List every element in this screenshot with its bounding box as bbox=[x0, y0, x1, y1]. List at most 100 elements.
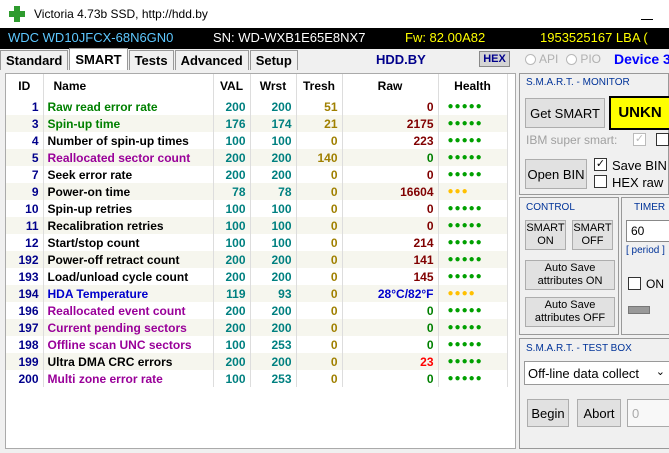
header-id[interactable]: ID bbox=[6, 74, 44, 98]
attribute-worst: 200 bbox=[250, 98, 297, 115]
attribute-threshold: 0 bbox=[296, 302, 343, 319]
table-row[interactable]: 194 HDA Temperature 119 93 0 28°C/82°F ●●●● bbox=[6, 285, 508, 302]
table-row[interactable]: 7 Seek error rate 200 200 0 0 ●●●●● bbox=[6, 166, 508, 183]
autosave-off-button[interactable]: Auto Save attributes OFF bbox=[525, 297, 615, 327]
attribute-threshold: 0 bbox=[296, 353, 343, 370]
attribute-threshold: 0 bbox=[296, 132, 343, 149]
attribute-raw: 145 bbox=[342, 268, 439, 285]
tab-smart[interactable]: SMART bbox=[69, 48, 128, 70]
attribute-health: ●●●●● bbox=[438, 251, 508, 268]
drive-lba: 1953525167 LBA ( bbox=[540, 30, 648, 45]
open-bin-button[interactable]: Open BIN bbox=[525, 159, 587, 189]
attribute-id: 194 bbox=[6, 285, 44, 302]
attribute-threshold: 0 bbox=[296, 183, 343, 200]
attribute-name: Spin-up retries bbox=[43, 200, 214, 217]
attribute-value: 200 bbox=[213, 319, 251, 336]
attribute-value: 119 bbox=[213, 285, 251, 302]
header-health[interactable]: Health bbox=[438, 74, 508, 98]
header-raw[interactable]: Raw bbox=[342, 74, 439, 98]
tab-setup[interactable]: Setup bbox=[249, 50, 298, 70]
api-radio[interactable] bbox=[525, 53, 536, 65]
save-bin-label: Save BIN bbox=[612, 158, 667, 173]
attribute-worst: 253 bbox=[250, 370, 297, 387]
attribute-name: Current pending sectors bbox=[43, 319, 214, 336]
timer-on-checkbox[interactable] bbox=[628, 277, 641, 290]
table-row[interactable]: 193 Load/unload cycle count 200 200 0 145 ●●●●… bbox=[6, 268, 508, 285]
attribute-id: 12 bbox=[6, 234, 44, 251]
attribute-name: Offline scan UNC sectors bbox=[43, 336, 214, 353]
tab-standard[interactable]: Standard bbox=[0, 50, 69, 70]
chevron-down-icon: ⌄ bbox=[655, 366, 665, 378]
attribute-worst: 200 bbox=[250, 319, 297, 336]
attribute-worst: 200 bbox=[250, 302, 297, 319]
attribute-raw: 214 bbox=[342, 234, 439, 251]
pio-radio[interactable] bbox=[566, 53, 578, 65]
header-val[interactable]: VAL bbox=[213, 74, 251, 98]
hex-raw-checkbox[interactable] bbox=[594, 175, 607, 188]
attribute-raw: 16604 bbox=[342, 183, 439, 200]
table-row[interactable]: 192 Power-off retract count 200 200 0 141 ●●●●… bbox=[6, 251, 508, 268]
smart-monitor-panel: S.M.A.R.T. - MONITOR Get SMART UNKN IBM … bbox=[519, 73, 669, 195]
table-row[interactable]: 12 Start/stop count 100 100 0 214 ●●●●● bbox=[6, 234, 508, 251]
table-row[interactable]: 199 Ultra DMA CRC errors 200 200 0 23 ●●●●● bbox=[6, 353, 508, 370]
attribute-id: 1 bbox=[6, 98, 44, 115]
abort-test-button[interactable]: Abort bbox=[577, 399, 621, 427]
table-row[interactable]: 196 Reallocated event count 200 200 0 0 ●●●●● bbox=[6, 302, 508, 319]
smart-off-button[interactable]: SMART OFF bbox=[572, 220, 613, 250]
attribute-health: ●●●●● bbox=[438, 302, 508, 319]
tab-bar: Standard SMART Tests Advanced Setup bbox=[0, 48, 299, 70]
timer-period-label: [ period ] bbox=[626, 245, 665, 256]
attribute-worst: 100 bbox=[250, 200, 297, 217]
header-name[interactable]: Name bbox=[43, 74, 214, 98]
timer-indicator bbox=[628, 306, 650, 314]
header-wrst[interactable]: Wrst bbox=[250, 74, 297, 98]
ibm-super-smart-checkbox[interactable]: ✓ bbox=[633, 133, 646, 146]
table-row[interactable]: 5 Reallocated sector count 200 200 140 0 ●●●●● bbox=[6, 149, 508, 166]
attribute-health: ●●●●● bbox=[438, 166, 508, 183]
attribute-raw: 0 bbox=[342, 217, 439, 234]
hex-button[interactable]: HEX bbox=[479, 51, 510, 67]
table-row[interactable]: 197 Current pending sectors 200 200 0 0 ●●●●● bbox=[6, 319, 508, 336]
autosave-on-button[interactable]: Auto Save attributes ON bbox=[525, 260, 615, 290]
timer-period-input[interactable]: 60 bbox=[626, 220, 669, 242]
ibm-extra-checkbox[interactable] bbox=[656, 133, 669, 146]
attribute-health: ●●●●● bbox=[438, 149, 508, 166]
attribute-threshold: 0 bbox=[296, 336, 343, 353]
attribute-id: 199 bbox=[6, 353, 44, 370]
table-row[interactable]: 1 Raw read error rate 200 200 51 0 ●●●●● bbox=[6, 98, 508, 115]
hdd-by-link[interactable]: HDD.BY bbox=[376, 52, 426, 67]
attribute-id: 197 bbox=[6, 319, 44, 336]
attribute-value: 100 bbox=[213, 234, 251, 251]
attribute-name: Power-off retract count bbox=[43, 251, 214, 268]
attribute-threshold: 0 bbox=[296, 319, 343, 336]
save-bin-checkbox[interactable]: ✓ bbox=[594, 158, 607, 171]
table-row[interactable]: 198 Offline scan UNC sectors 100 253 0 0 ●●●●● bbox=[6, 336, 508, 353]
table-row[interactable]: 200 Multi zone error rate 100 253 0 0 ●●●●● bbox=[6, 370, 508, 387]
test-mode-select[interactable]: Off-line data collect ⌄ bbox=[524, 361, 669, 385]
tab-tests[interactable]: Tests bbox=[128, 50, 174, 70]
drive-info-bar: WDC WD10JFCX-68N6GN0 SN: WD-WXB1E65E8NX7… bbox=[0, 28, 669, 49]
attribute-id: 196 bbox=[6, 302, 44, 319]
attribute-id: 10 bbox=[6, 200, 44, 217]
header-tresh[interactable]: Tresh bbox=[296, 74, 343, 98]
get-smart-button[interactable]: Get SMART bbox=[525, 98, 605, 128]
attribute-name: Ultra DMA CRC errors bbox=[43, 353, 214, 370]
attribute-threshold: 0 bbox=[296, 166, 343, 183]
table-row[interactable]: 4 Number of spin-up times 100 100 0 223 ●●●●● bbox=[6, 132, 508, 149]
attribute-threshold: 140 bbox=[296, 149, 343, 166]
test-progress-field[interactable]: 0 bbox=[627, 399, 669, 427]
tab-advanced[interactable]: Advanced bbox=[174, 50, 249, 70]
table-row[interactable]: 3 Spin-up time 176 174 21 2175 ●●●●● bbox=[6, 115, 508, 132]
minimize-button[interactable] bbox=[641, 6, 653, 20]
smart-attribute-table[interactable]: ID Name VAL Wrst Tresh Raw Health 1 Raw r… bbox=[5, 73, 516, 449]
smart-on-button[interactable]: SMART ON bbox=[525, 220, 566, 250]
attribute-threshold: 51 bbox=[296, 98, 343, 115]
table-row[interactable]: 10 Spin-up retries 100 100 0 0 ●●●●● bbox=[6, 200, 508, 217]
attribute-value: 200 bbox=[213, 251, 251, 268]
attribute-id: 4 bbox=[6, 132, 44, 149]
table-row[interactable]: 11 Recalibration retries 100 100 0 0 ●●●●● bbox=[6, 217, 508, 234]
begin-test-button[interactable]: Begin bbox=[527, 399, 569, 427]
attribute-worst: 174 bbox=[250, 115, 297, 132]
attribute-value: 200 bbox=[213, 98, 251, 115]
table-row[interactable]: 9 Power-on time 78 78 0 16604 ●●● bbox=[6, 183, 508, 200]
